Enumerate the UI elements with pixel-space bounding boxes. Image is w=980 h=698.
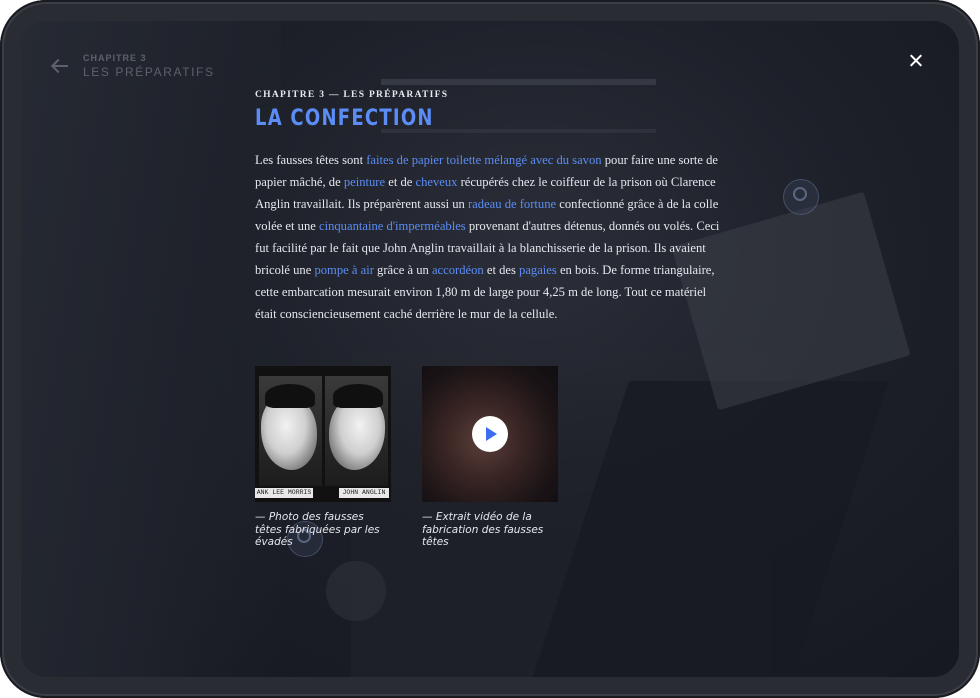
screen: CHAPITRE 3 LES PRÉPARATIFS CHAPITRE 3 — … [21, 21, 959, 677]
back-title: LES PRÉPARATIFS [83, 65, 215, 79]
photo-figure[interactable]: ANK LEE MORRIS JOHN ANGLIN — Photo des f… [255, 366, 391, 549]
link-peinture[interactable]: peinture [344, 175, 385, 189]
back-button[interactable]: CHAPITRE 3 LES PRÉPARATIFS [51, 54, 215, 78]
text-segment: grâce à un [373, 263, 432, 277]
article: CHAPITRE 3 — LES PRÉPARATIFS LA CONFECTI… [255, 90, 725, 325]
link-impermeables[interactable]: cinquantaine d'imperméables [319, 219, 466, 233]
photo-tag-left: ANK LEE MORRIS [255, 488, 313, 498]
play-icon[interactable] [472, 416, 508, 452]
media-gallery: ANK LEE MORRIS JOHN ANGLIN — Photo des f… [255, 366, 575, 566]
tablet-frame: CHAPITRE 3 LES PRÉPARATIFS CHAPITRE 3 — … [0, 0, 980, 698]
background-photo-bed [532, 381, 890, 677]
background-photo-shelf [381, 79, 656, 85]
video-thumbnail[interactable] [422, 366, 558, 502]
photo-fake-heads[interactable]: ANK LEE MORRIS JOHN ANGLIN [255, 366, 391, 502]
fake-hair [333, 384, 383, 408]
link-pagaies[interactable]: pagaies [519, 263, 557, 277]
fake-hair [265, 384, 315, 408]
text-segment: et de [385, 175, 416, 189]
photo-tag-right: JOHN ANGLIN [339, 488, 389, 498]
page-title: LA CONFECTION [255, 106, 434, 131]
back-label: CHAPITRE 3 LES PRÉPARATIFS [83, 53, 215, 79]
article-paragraph: Les fausses têtes sont faites de papier … [255, 149, 725, 325]
text-segment: Les fausses têtes sont [255, 153, 367, 167]
video-caption: — Extrait vidéo de la fabrication des fa… [422, 511, 544, 548]
link-cheveux[interactable]: cheveux [416, 175, 458, 189]
link-pompe[interactable]: pompe à air [314, 263, 373, 277]
background-photo-head [326, 561, 386, 621]
photo-caption: — Photo des fausses têtes fabriquées par… [255, 511, 380, 548]
video-figure[interactable]: — Extrait vidéo de la fabrication des fa… [422, 366, 558, 549]
back-arrow-icon [51, 59, 69, 73]
close-icon[interactable] [905, 51, 927, 73]
text-segment: et des [483, 263, 520, 277]
link-papier[interactable]: faites de papier toilette mélangé avec d… [366, 153, 601, 167]
search-icon [783, 179, 819, 215]
background-photo-wall [21, 21, 281, 677]
link-accordeon[interactable]: accordéon [432, 263, 484, 277]
back-chapter: CHAPITRE 3 [83, 53, 147, 63]
link-radeau[interactable]: radeau de fortune [468, 197, 556, 211]
chapter-kicker: CHAPITRE 3 — LES PRÉPARATIFS [255, 90, 449, 100]
